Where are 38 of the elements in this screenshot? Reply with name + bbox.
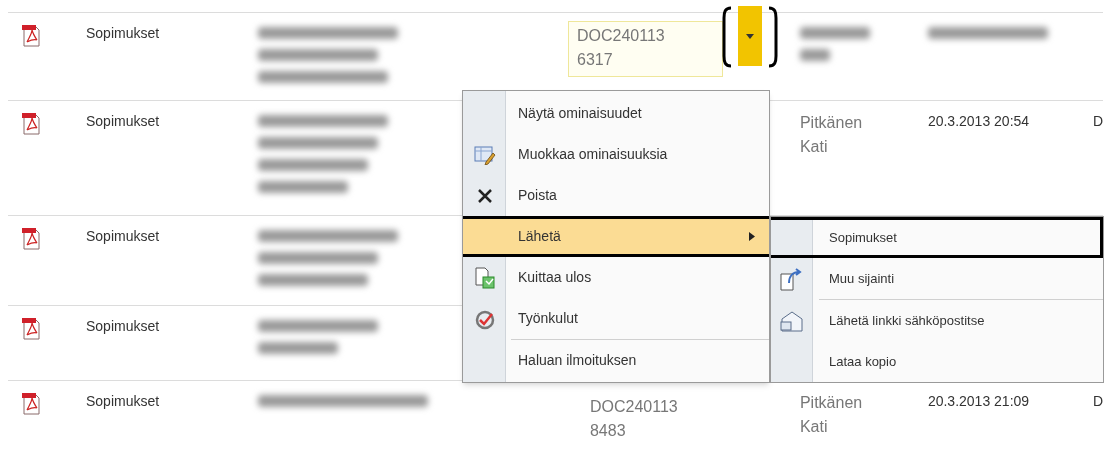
- edit-icon: [473, 144, 496, 165]
- caret-icon: [746, 33, 754, 39]
- content-type-text: Sopimukset: [86, 228, 160, 244]
- menu-item[interactable]: Lähetä: [463, 216, 769, 257]
- menu-item[interactable]: Työnkulut: [463, 298, 769, 339]
- content-type-text: Sopimukset: [86, 393, 160, 409]
- menu-item[interactable]: Sopimukset: [771, 217, 1103, 258]
- column-text: D: [1092, 393, 1103, 409]
- content-type-text: Sopimukset: [86, 113, 160, 129]
- pdf-file-icon: [21, 391, 41, 415]
- menu-item[interactable]: Muokkaa ominaisuuksia: [463, 134, 769, 175]
- date-text: 20.3.2013 21:09: [927, 393, 1030, 409]
- pdf-file-icon: [21, 316, 41, 340]
- document-checkout-icon: [473, 265, 496, 290]
- content-type-text: Sopimukset: [86, 25, 160, 41]
- content-type-text: Sopimukset: [86, 318, 160, 334]
- blurred-text: [800, 27, 870, 61]
- date-text: 20.3.2013 20:54: [927, 113, 1030, 129]
- document-id-text: DOC240113 8483: [588, 397, 679, 441]
- document-id-field[interactable]: DOC240113 6317: [568, 21, 723, 77]
- menu-item[interactable]: Haluan ilmoituksen: [463, 340, 769, 381]
- menu-item[interactable]: Näytä ominaisuudet: [463, 93, 769, 134]
- pdf-file-icon: [21, 226, 41, 250]
- menu-item[interactable]: Lähetä linkki sähköpostitse: [771, 300, 1103, 341]
- menu-item[interactable]: Lataa kopio: [771, 341, 1103, 382]
- author-text: Pitkänen Kati: [799, 393, 864, 437]
- menu-item[interactable]: Kuittaa ulos: [463, 257, 769, 298]
- dropdown-button[interactable]: [738, 6, 762, 66]
- pdf-file-icon: [21, 111, 41, 135]
- bracket-icon: [768, 6, 778, 68]
- column-text: D: [1092, 113, 1103, 129]
- menu-item[interactable]: Muu sijainti: [771, 258, 1103, 299]
- author-text: Pitkänen Kati: [799, 113, 864, 157]
- delete-icon: [475, 186, 494, 205]
- email-link-icon: [779, 309, 805, 332]
- pdf-file-icon: [21, 23, 41, 47]
- bracket-icon: [722, 6, 732, 68]
- menu-item[interactable]: Poista: [463, 175, 769, 216]
